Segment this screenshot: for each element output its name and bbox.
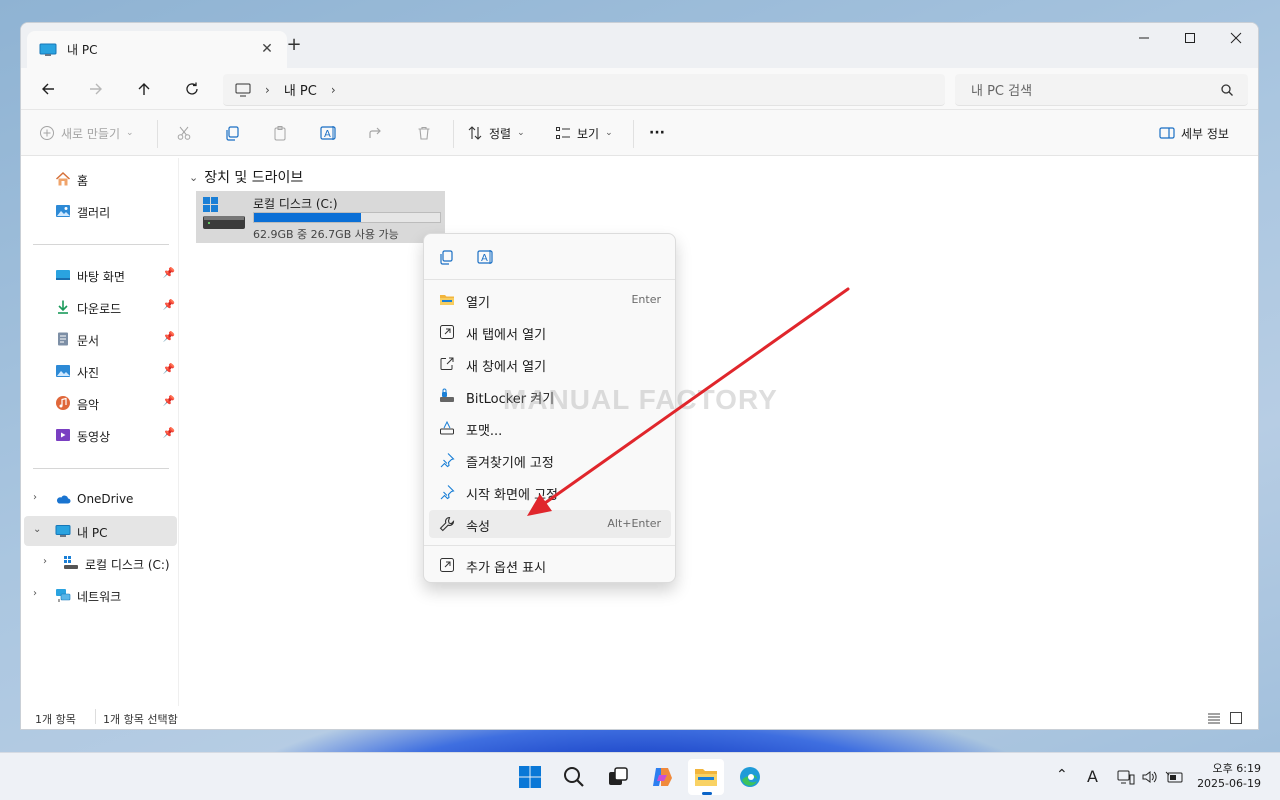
clock[interactable]: 오후 6:19 2025-06-19 bbox=[1197, 761, 1261, 791]
taskbar: ⌃ A 오후 6:19 2025-06-19 bbox=[0, 752, 1280, 800]
task-view-icon bbox=[609, 767, 628, 785]
active-indicator bbox=[702, 792, 712, 795]
clock-time: 오후 6:19 bbox=[1212, 762, 1261, 775]
clock-date: 2025-06-19 bbox=[1197, 777, 1261, 790]
windows-logo-icon bbox=[519, 766, 541, 788]
battery-icon[interactable] bbox=[1165, 769, 1185, 785]
annotation-arrow bbox=[527, 287, 850, 516]
folder-icon bbox=[695, 769, 717, 786]
edge-button[interactable] bbox=[732, 759, 768, 795]
tray-overflow-chevron-icon[interactable]: ⌃ bbox=[1056, 767, 1068, 783]
file-explorer-taskbar-button[interactable] bbox=[688, 759, 724, 795]
task-view-button[interactable] bbox=[600, 759, 636, 795]
copilot-button[interactable] bbox=[644, 759, 680, 795]
copilot-icon bbox=[653, 768, 672, 786]
taskbar-search-button[interactable] bbox=[556, 759, 592, 795]
search-icon bbox=[564, 767, 584, 787]
edge-icon bbox=[740, 767, 760, 787]
volume-icon[interactable] bbox=[1141, 769, 1159, 785]
network-status-icon[interactable] bbox=[1117, 769, 1135, 785]
ime-indicator[interactable]: A bbox=[1087, 767, 1098, 786]
start-button[interactable] bbox=[512, 759, 548, 795]
